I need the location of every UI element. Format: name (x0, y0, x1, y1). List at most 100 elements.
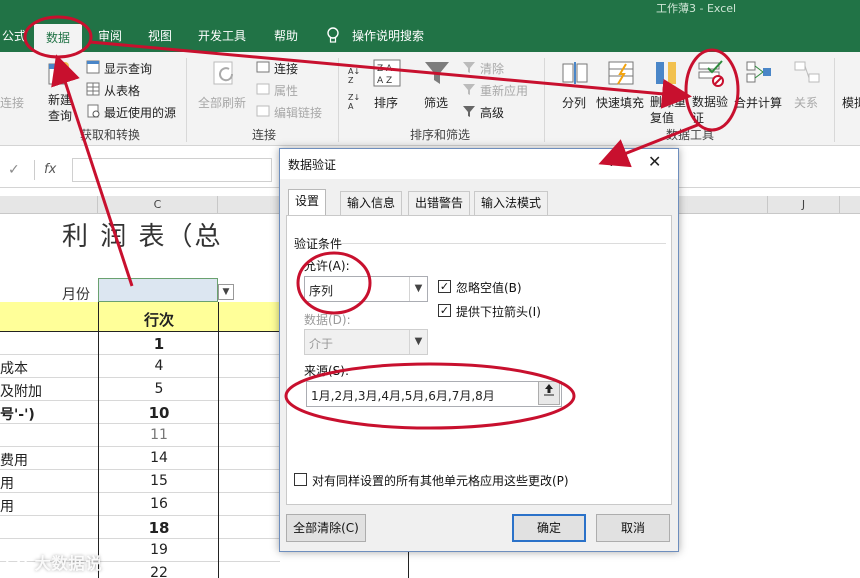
tab-formulas[interactable]: 公式 (0, 20, 28, 52)
sort-button[interactable]: 排序 (374, 94, 398, 111)
cancel-button[interactable]: 取消 (596, 514, 670, 542)
group-label-connections: 连接 (252, 128, 277, 142)
apply-all-label: 对有同样设置的所有其他单元格应用这些更改(P) (312, 474, 569, 488)
ignore-blank-label: 忽略空值(B) (456, 281, 522, 295)
ok-button[interactable]: 确定 (512, 514, 586, 542)
tab-help[interactable]: 帮助 (272, 20, 300, 52)
table-border (98, 302, 99, 578)
tab-error-alert[interactable]: 出错警告 (408, 191, 471, 215)
tab-review[interactable]: 审阅 (96, 20, 124, 52)
ribbon-separator (834, 58, 835, 142)
validation-criteria-label: 验证条件 (294, 237, 343, 251)
source-label: 来源(S): (304, 364, 350, 378)
enter-check-icon[interactable]: ✓ (8, 162, 20, 178)
column-header-k[interactable] (840, 196, 860, 214)
column-header-c[interactable]: C (98, 196, 218, 214)
section-divider (340, 243, 666, 244)
table-row[interactable]: 及附加 5 (0, 378, 280, 401)
clear-button[interactable]: 清除 (480, 60, 504, 77)
table-row[interactable]: 11 (0, 424, 280, 447)
relationships-icon (794, 61, 820, 83)
table-row[interactable]: 用 15 (0, 470, 280, 493)
relationships-button[interactable]: 关系 (794, 94, 818, 111)
row-number-header: 行次 (143, 311, 174, 329)
svg-text:A Z: A Z (377, 76, 392, 86)
month-label: 月份 (62, 287, 90, 303)
tab-input-message[interactable]: 输入信息 (340, 191, 403, 215)
close-icon[interactable]: ✕ (648, 152, 661, 171)
upload-arrow-icon (544, 384, 554, 396)
ribbon-separator (544, 58, 545, 142)
svg-text:Z↓: Z↓ (348, 93, 360, 102)
refresh-all-button[interactable]: 全部刷新 (198, 94, 246, 111)
table-row[interactable]: 1 (0, 332, 280, 355)
connections-button[interactable]: 连接 (274, 60, 298, 77)
text-to-columns-icon (562, 62, 588, 84)
data-validation-dialog: 数据验证 ? ✕ 设置 输入信息 出错警告 输入法模式 验证条件 允许(A): … (279, 148, 679, 552)
in-cell-dropdown-checkbox[interactable]: ✓ (438, 304, 451, 317)
title-bar: 工作薄3 - Excel (0, 0, 860, 20)
collapse-dialog-button[interactable] (538, 381, 560, 405)
sheet-title: 利 润 表（总 (62, 222, 223, 252)
allow-select[interactable]: 序列 ▼ (304, 276, 428, 302)
what-if-analysis-button[interactable]: 模拟 (842, 94, 860, 111)
tab-view[interactable]: 视图 (146, 20, 174, 52)
ribbon-separator (186, 58, 187, 142)
table-border (218, 302, 219, 578)
table-row[interactable]: 18 (0, 516, 280, 539)
insert-function-button[interactable]: fx (44, 162, 56, 177)
data-validation-button[interactable]: 数据验证 (692, 94, 730, 126)
cell-dropdown-arrow[interactable]: ▼ (218, 284, 234, 300)
svg-text:A: A (348, 102, 354, 110)
month-cell-selected[interactable] (98, 278, 218, 302)
tab-ime-mode[interactable]: 输入法模式 (474, 191, 549, 215)
tab-settings[interactable]: 设置 (288, 189, 327, 216)
tell-me-search[interactable]: 操作说明搜索 (350, 20, 426, 52)
flash-fill-button[interactable]: 快速填充 (596, 94, 644, 111)
formula-input[interactable] (72, 158, 272, 182)
dialog-title-bar[interactable]: 数据验证 ? ✕ (280, 149, 678, 179)
properties-button[interactable]: 属性 (274, 82, 298, 99)
show-query-icon (86, 60, 100, 74)
tab-data[interactable]: 数据 (34, 24, 83, 54)
table-row[interactable]: 用 16 (0, 493, 280, 516)
sort-icon: Z A A Z (373, 59, 401, 87)
group-label-get-transform: 获取和转换 (80, 128, 141, 142)
column-header-j[interactable]: J (768, 196, 840, 214)
svg-text:A↓: A↓ (348, 67, 360, 76)
data-select[interactable]: 介于 ▼ (304, 329, 428, 355)
advanced-filter-icon (463, 106, 475, 117)
allow-label: 允许(A): (304, 259, 350, 273)
column-header-i[interactable] (678, 196, 768, 214)
consolidate-button[interactable]: 合并计算 (734, 94, 782, 111)
column-header-b[interactable] (0, 196, 98, 214)
advanced-button[interactable]: 高级 (480, 104, 504, 121)
svg-text:Z A: Z A (377, 64, 393, 74)
table-row[interactable]: 号'-') 10 (0, 401, 280, 424)
remove-duplicates-button[interactable]: 删除重复值 (650, 94, 686, 126)
text-to-columns-button[interactable]: 分列 (562, 94, 586, 111)
tab-developer[interactable]: 开发工具 (196, 20, 248, 52)
reapply-button[interactable]: 重新应用 (480, 82, 528, 99)
data-validation-icon (698, 60, 724, 87)
in-cell-dropdown-label: 提供下拉箭头(I) (456, 305, 541, 319)
table-icon (86, 82, 100, 96)
show-query-button[interactable]: 显示查询 (104, 60, 152, 77)
from-table-button[interactable]: 从表格 (104, 82, 140, 99)
new-query-button[interactable]: 新建查询 (48, 92, 72, 124)
source-input[interactable]: 1月,2月,3月,4月,5月,6月,7月,8月 (306, 381, 562, 407)
apply-all-checkbox[interactable] (294, 473, 307, 486)
table-row[interactable]: 成本 4 (0, 355, 280, 378)
clear-all-button[interactable]: 全部清除(C) (286, 514, 366, 542)
properties-icon (256, 83, 270, 95)
ignore-blank-checkbox[interactable]: ✓ (438, 280, 451, 293)
edit-links-button[interactable]: 编辑链接 (274, 104, 322, 121)
connections-left-button[interactable]: 连接 (0, 94, 24, 111)
filter-button[interactable]: 筛选 (424, 94, 448, 111)
table-border (408, 548, 409, 578)
recent-sources-button[interactable]: 最近使用的源 (104, 104, 176, 121)
dialog-title: 数据验证 (288, 158, 337, 172)
column-header-d[interactable] (218, 196, 280, 214)
help-button[interactable]: ? (608, 154, 615, 170)
table-row[interactable]: 费用 14 (0, 447, 280, 470)
